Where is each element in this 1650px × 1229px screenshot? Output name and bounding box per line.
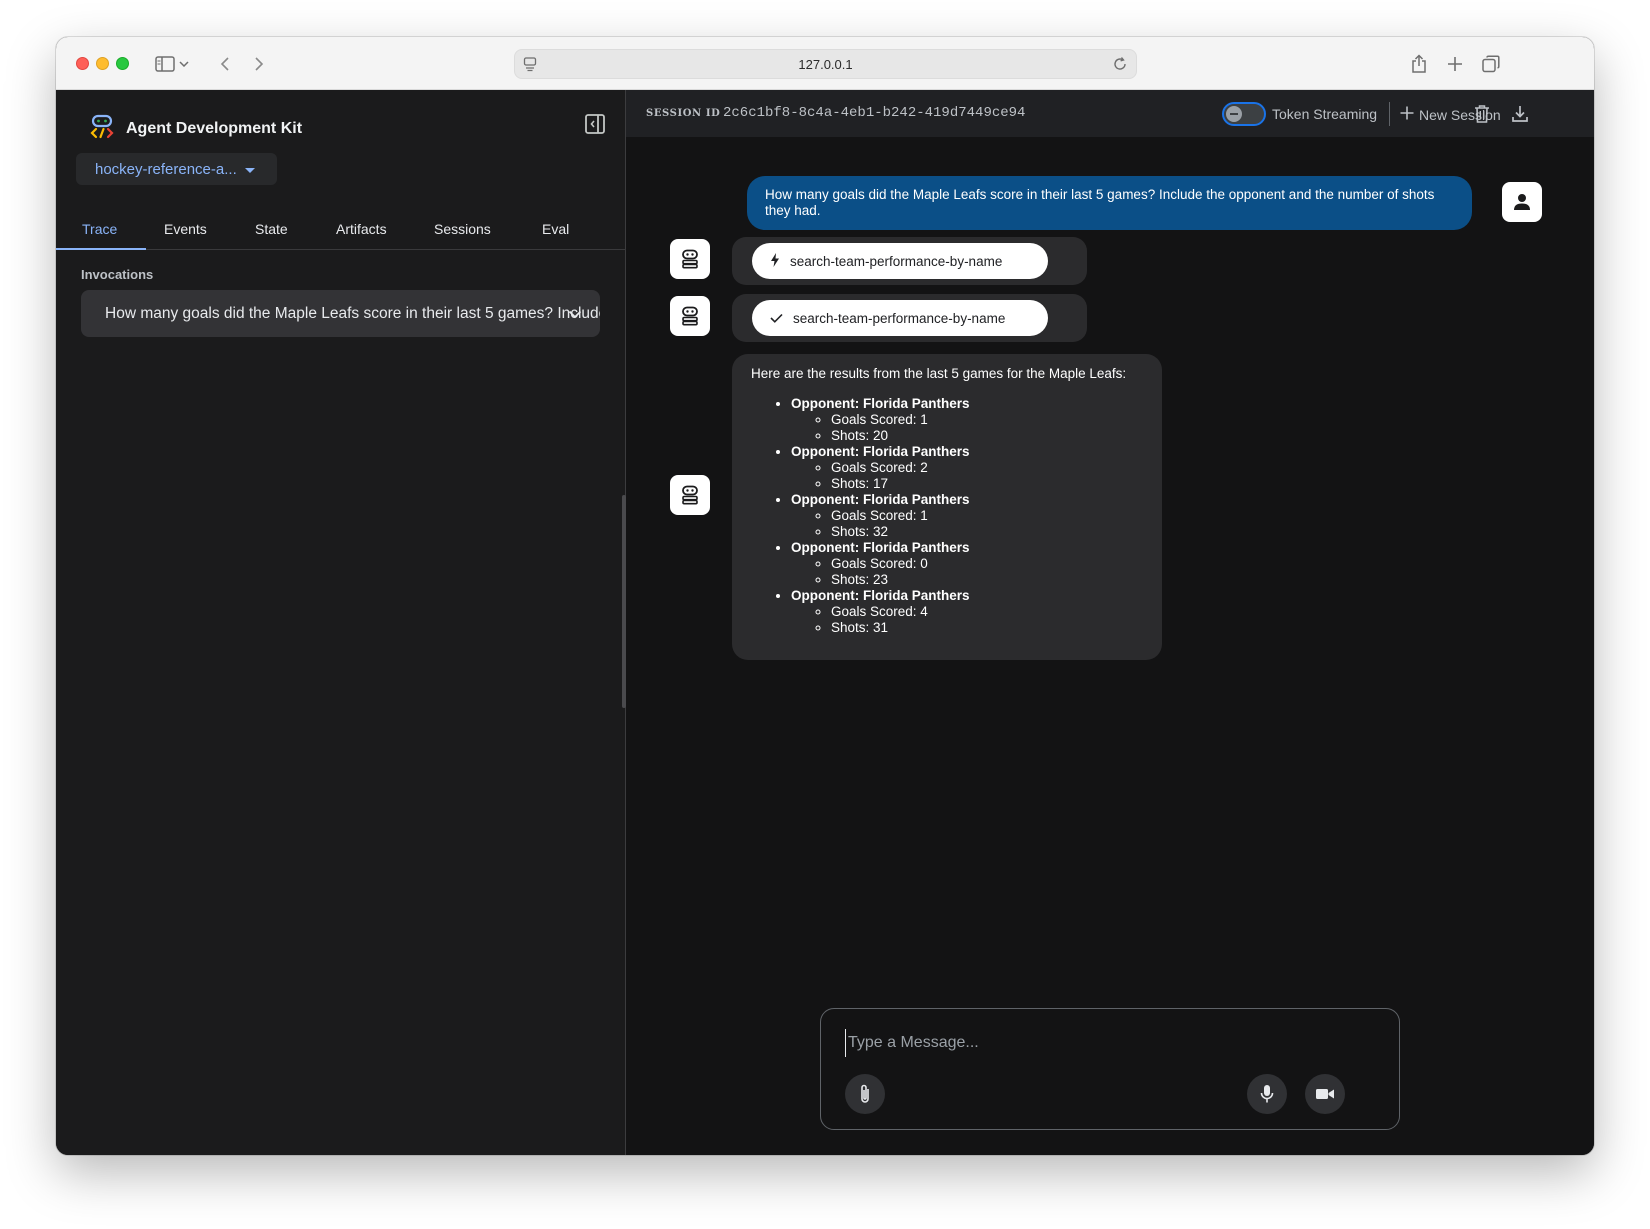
user-message-text: How many goals did the Maple Leafs score… [765, 187, 1435, 218]
invocation-select[interactable]: How many goals did the Maple Leafs score… [81, 290, 600, 337]
function-response-chip[interactable]: search-team-performance-by-name [752, 300, 1048, 336]
adk-logo-icon [88, 112, 116, 145]
brand: Agent Development Kit [88, 112, 302, 145]
shots-item: Shots: 20 [831, 428, 1143, 444]
function-call-name: search-team-performance-by-name [790, 253, 1003, 269]
tab-events[interactable]: Events [164, 221, 207, 237]
new-tab-icon[interactable] [1442, 51, 1468, 77]
tab-eval[interactable]: Eval [542, 221, 569, 237]
invocation-text: How many goals did the Maple Leafs score… [105, 304, 600, 322]
side-panel: Agent Development Kit hockey-reference-a… [56, 90, 626, 1155]
browser-window: 127.0.0.1 Agent Development Kit hockey-r… [56, 37, 1594, 1155]
message-composer [820, 1008, 1400, 1130]
download-session-button[interactable] [1508, 102, 1532, 126]
microphone-button[interactable] [1247, 1074, 1287, 1114]
list-item: Opponent: Florida Panthers Goals Scored:… [791, 588, 1143, 636]
close-window-button[interactable] [76, 57, 89, 70]
panel-tabs: Trace Events State Artifacts Sessions Ev… [56, 208, 626, 250]
forward-icon[interactable] [246, 51, 272, 77]
brand-title: Agent Development Kit [126, 119, 303, 137]
goals-item: Goals Scored: 1 [831, 508, 1143, 524]
session-id-label: SESSION ID [646, 108, 721, 119]
opponent-label: Opponent: Florida Panthers [791, 492, 970, 507]
browser-toolbar: 127.0.0.1 [56, 37, 1594, 90]
function-response-row: search-team-performance-by-name [732, 294, 1087, 342]
robot-icon [682, 306, 698, 326]
app-selector[interactable]: hockey-reference-a... [76, 153, 277, 185]
tab-trace[interactable]: Trace [82, 221, 117, 237]
tab-state[interactable]: State [255, 221, 288, 237]
answer-intro: Here are the results from the last 5 gam… [751, 366, 1127, 381]
tab-sessions[interactable]: Sessions [434, 221, 491, 237]
shots-item: Shots: 31 [831, 620, 1143, 636]
tab-overview-icon[interactable] [1478, 51, 1504, 77]
paperclip-icon [861, 1084, 869, 1103]
trash-icon [1475, 105, 1489, 123]
robot-icon [682, 249, 698, 269]
zoom-window-button[interactable] [116, 57, 129, 70]
collapse-panel-icon [585, 114, 605, 134]
session-toolbar: SESSION ID 2c6c1bf8-8c4a-4eb1-b242-419d7… [626, 90, 1594, 137]
goals-item: Goals Scored: 1 [831, 412, 1143, 428]
chevron-down-icon[interactable] [176, 51, 192, 77]
shots-item: Shots: 17 [831, 476, 1143, 492]
person-icon [1514, 194, 1530, 210]
video-camera-icon [1316, 1089, 1334, 1099]
bolt-icon [770, 252, 780, 270]
adk-app: Agent Development Kit hockey-reference-a… [56, 90, 1594, 1155]
opponent-label: Opponent: Florida Panthers [791, 396, 970, 411]
function-call-chip[interactable]: search-team-performance-by-name [752, 243, 1048, 279]
agent-answer-bubble: Here are the results from the last 5 gam… [732, 354, 1162, 660]
token-streaming-label: Token Streaming [1272, 106, 1378, 122]
address-bar[interactable]: 127.0.0.1 [514, 49, 1137, 79]
shots-item: Shots: 23 [831, 572, 1143, 588]
user-message-bubble: How many goals did the Maple Leafs score… [747, 176, 1472, 230]
results-list: Opponent: Florida Panthers Goals Scored:… [751, 396, 1143, 636]
video-button[interactable] [1305, 1074, 1345, 1114]
opponent-label: Opponent: Florida Panthers [791, 444, 970, 459]
robot-icon [682, 485, 698, 505]
chat-area: SESSION ID 2c6c1bf8-8c4a-4eb1-b242-419d7… [626, 90, 1594, 1155]
app-selector-value: hockey-reference-a... [95, 160, 237, 178]
back-icon[interactable] [212, 51, 238, 77]
goals-item: Goals Scored: 2 [831, 460, 1143, 476]
function-call-row: search-team-performance-by-name [732, 237, 1087, 285]
goals-item: Goals Scored: 4 [831, 604, 1143, 620]
list-item: Opponent: Florida Panthers Goals Scored:… [791, 492, 1143, 540]
active-tab-indicator [56, 248, 146, 250]
toolbar-divider [1389, 102, 1390, 126]
shots-item: Shots: 32 [831, 524, 1143, 540]
list-item: Opponent: Florida Panthers Goals Scored:… [791, 540, 1143, 588]
goals-item: Goals Scored: 0 [831, 556, 1143, 572]
check-icon [770, 311, 783, 326]
opponent-label: Opponent: Florida Panthers [791, 588, 970, 603]
microphone-icon [1260, 1085, 1274, 1103]
collapse-panel-button[interactable] [584, 113, 608, 137]
plus-icon [1400, 106, 1414, 123]
delete-session-button[interactable] [1470, 102, 1494, 126]
share-icon[interactable] [1406, 51, 1432, 77]
list-item: Opponent: Florida Panthers Goals Scored:… [791, 396, 1143, 444]
tab-artifacts[interactable]: Artifacts [336, 221, 387, 237]
invocations-heading: Invocations [81, 267, 154, 282]
session-id-value: 2c6c1bf8-8c4a-4eb1-b242-419d7449ce94 [723, 105, 1026, 121]
chevron-down-icon [568, 306, 582, 324]
function-response-name: search-team-performance-by-name [793, 310, 1006, 326]
user-avatar [1502, 182, 1542, 222]
download-icon [1512, 106, 1528, 122]
bot-avatar [670, 475, 710, 515]
bot-avatar [670, 239, 710, 279]
minimize-window-button[interactable] [96, 57, 109, 70]
opponent-label: Opponent: Florida Panthers [791, 540, 970, 555]
token-streaming-toggle[interactable] [1222, 102, 1266, 126]
message-input[interactable] [845, 1029, 1365, 1057]
reload-icon[interactable] [1112, 56, 1128, 77]
list-item: Opponent: Florida Panthers Goals Scored:… [791, 444, 1143, 492]
attach-file-button[interactable] [845, 1074, 885, 1114]
bot-avatar [670, 296, 710, 336]
toggle-knob [1226, 106, 1242, 122]
dropdown-arrow-icon [244, 161, 255, 178]
sidebar-toggle-icon[interactable] [152, 51, 178, 77]
address-text: 127.0.0.1 [798, 57, 853, 72]
